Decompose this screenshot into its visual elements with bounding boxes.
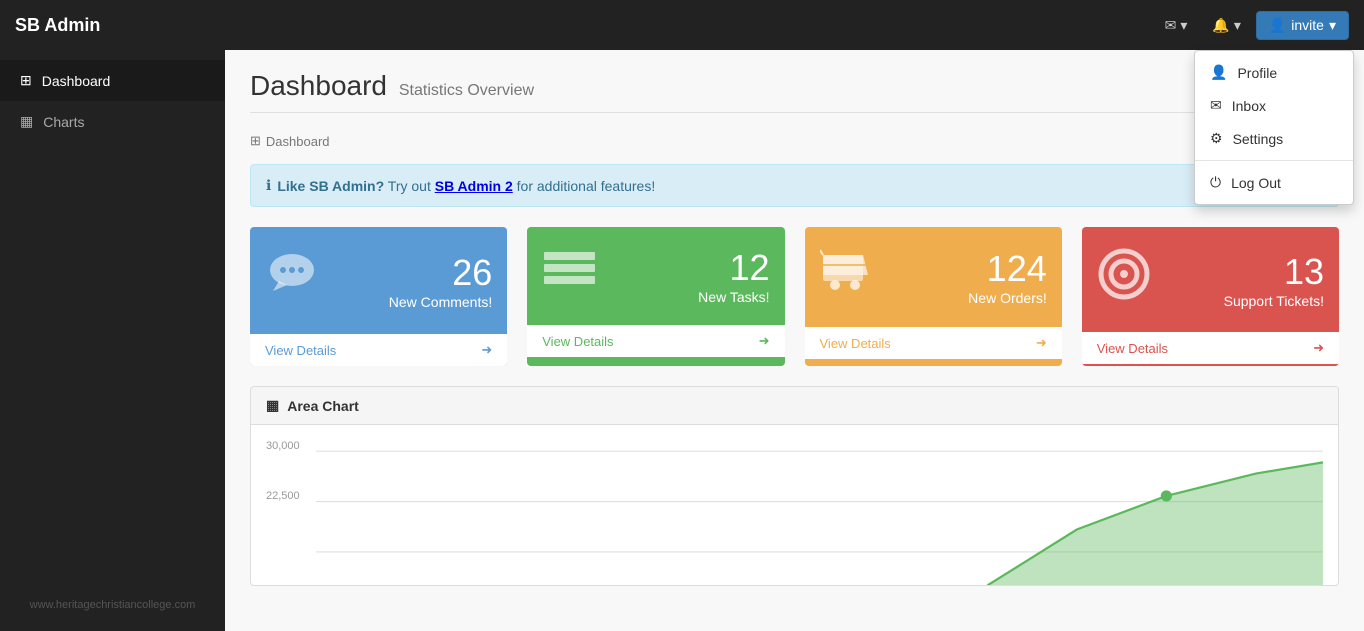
mail-button[interactable]: ✉ ▾ [1155,12,1198,39]
inbox-icon: ✉ [1210,97,1222,114]
info-icon: ℹ [266,177,271,194]
alert-end: for additional features! [517,178,656,194]
tickets-card-top: 13 Support Tickets! [1082,227,1339,332]
tickets-numbers: 13 Support Tickets! [1224,251,1324,309]
sidebar-item-dashboard[interactable]: ⊞ Dashboard [0,60,225,101]
comments-card-top: 26 New Comments! [250,227,507,334]
area-chart-heading: ▦ Area Chart [251,387,1338,425]
comments-card: 26 New Comments! View Details ➜ [250,227,507,366]
orders-arrow: ➜ [1036,335,1047,351]
alert-mid: Try out [388,178,435,194]
comments-numbers: 26 New Comments! [389,252,492,310]
orders-count: 124 [968,248,1047,290]
comments-arrow: ➜ [481,342,492,358]
profile-icon: 👤 [1210,64,1227,81]
mail-caret: ▾ [1180,17,1187,34]
tickets-arrow: ➜ [1313,340,1324,356]
orders-card-bottom: View Details ➜ [805,327,1062,359]
navbar: SB Admin ✉ ▾ 🔔 ▾ 👤 invite ▾ [0,0,1364,50]
breadcrumb: ⊞ Dashboard [250,128,1339,154]
sidebar-item-charts[interactable]: ▦ Charts [0,101,225,142]
dropdown-divider [1195,160,1353,161]
dashboard-icon: ⊞ [20,72,32,89]
mail-icon: ✉ [1165,17,1177,34]
alert-text: ℹ Like SB Admin? Try out SB Admin 2 for … [266,177,655,194]
invite-label: invite [1291,17,1324,33]
comments-view-details[interactable]: View Details ➜ [265,342,492,358]
comments-icon [265,247,320,314]
breadcrumb-icon: ⊞ [250,133,261,149]
breadcrumb-label: Dashboard [266,134,330,149]
stat-cards: 26 New Comments! View Details ➜ [250,227,1339,366]
brand-logo[interactable]: SB Admin [15,15,100,36]
page-subtitle: Statistics Overview [399,82,534,99]
sidebar-item-label: Charts [43,114,84,130]
sb-admin-2-link[interactable]: SB Admin 2 [435,178,513,194]
area-chart-panel: ▦ Area Chart 30,000 22,500 [250,386,1339,586]
tickets-icon [1097,247,1152,312]
orders-label: New Orders! [968,290,1047,306]
dropdown-logout[interactable]: ⏻ Log Out [1195,166,1353,199]
logout-icon: ⏻ [1210,174,1221,191]
y-label-30000: 30,000 [266,440,300,452]
bell-icon: 🔔 [1212,17,1229,34]
orders-view-details[interactable]: View Details ➜ [820,335,1047,351]
sidebar-footer: www.heritagechristiancollege.com [0,589,225,621]
area-chart-body: 30,000 22,500 [251,425,1338,585]
navbar-right: ✉ ▾ 🔔 ▾ 👤 invite ▾ [1155,11,1349,40]
tickets-count: 13 [1224,251,1324,293]
settings-icon: ⚙ [1210,130,1223,147]
dropdown-settings[interactable]: ⚙ Settings [1195,122,1353,155]
tasks-numbers: 12 New Tasks! [698,247,769,305]
page-header: Dashboard Statistics Overview [250,70,1339,113]
y-label-22500: 22,500 [266,490,300,502]
dropdown-profile[interactable]: 👤 Profile [1195,56,1353,89]
chart-area: 30,000 22,500 [266,440,1323,570]
area-chart-svg [316,440,1323,585]
invite-caret: ▾ [1329,17,1336,34]
orders-card: 124 New Orders! View Details ➜ [805,227,1062,366]
tickets-view-details[interactable]: View Details ➜ [1097,340,1324,356]
charts-icon: ▦ [20,113,33,130]
sidebar-item-label: Dashboard [42,73,111,89]
user-dropdown-menu: 👤 Profile ✉ Inbox ⚙ Settings ⏻ Log Out [1194,50,1354,205]
info-alert: ℹ Like SB Admin? Try out SB Admin 2 for … [250,164,1339,207]
tickets-card-bottom: View Details ➜ [1082,332,1339,364]
user-icon: 👤 [1269,17,1286,34]
comments-count: 26 [389,252,492,294]
tasks-label: New Tasks! [698,289,769,305]
dropdown-inbox[interactable]: ✉ Inbox [1195,89,1353,122]
bell-button[interactable]: 🔔 ▾ [1202,12,1250,39]
tasks-count: 12 [698,247,769,289]
chart-heading-icon: ▦ [266,397,279,414]
alert-brand: Like SB Admin? [277,178,384,194]
chart-heading-title: Area Chart [287,398,359,414]
tickets-card: 13 Support Tickets! View Details ➜ [1082,227,1339,366]
tasks-card: 12 New Tasks! View Details ➜ [527,227,784,366]
tasks-arrow: ➜ [759,333,770,349]
tasks-icon [542,249,597,304]
orders-numbers: 124 New Orders! [968,248,1047,306]
page-title: Dashboard [250,70,387,101]
comments-label: New Comments! [389,294,492,310]
bell-caret: ▾ [1234,17,1241,34]
invite-button[interactable]: 👤 invite ▾ [1256,11,1349,40]
tickets-label: Support Tickets! [1224,293,1324,309]
orders-card-top: 124 New Orders! [805,227,1062,327]
tasks-card-bottom: View Details ➜ [527,325,784,357]
orders-icon [820,247,875,307]
alert-content: Like SB Admin? Try out SB Admin 2 for ad… [277,178,655,194]
tasks-view-details[interactable]: View Details ➜ [542,333,769,349]
comments-card-bottom: View Details ➜ [250,334,507,366]
sidebar: ⊞ Dashboard ▦ Charts www.heritagechristi… [0,50,225,631]
tasks-card-top: 12 New Tasks! [527,227,784,325]
